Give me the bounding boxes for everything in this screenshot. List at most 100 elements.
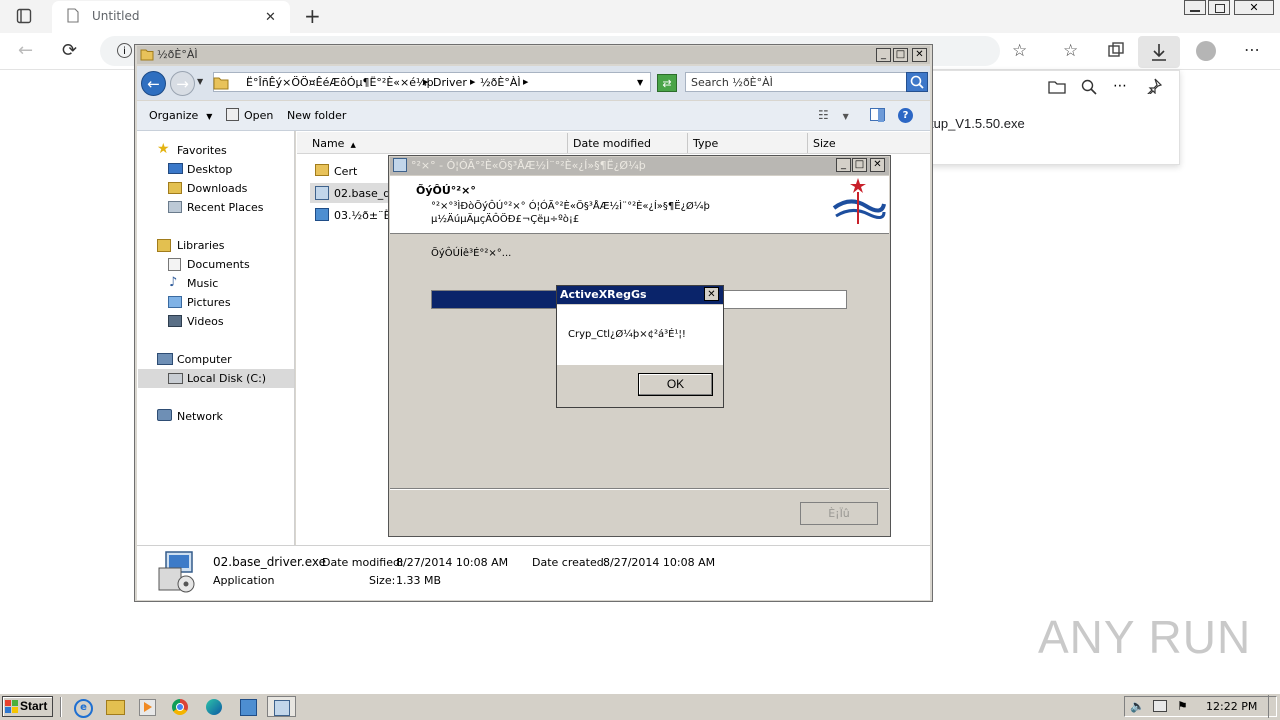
installer-close-button[interactable]: ✕ [870, 158, 885, 172]
explorer-close-button[interactable]: ✕ [912, 48, 927, 62]
back-button-icon[interactable]: ← [141, 71, 166, 96]
media-player-icon[interactable] [133, 696, 162, 717]
folder-icon [315, 164, 329, 176]
new-folder-button[interactable]: New folder [287, 109, 346, 122]
table-row-selected[interactable]: 02.base_dr [310, 183, 395, 203]
column-divider[interactable] [567, 133, 568, 153]
nav-desktop[interactable]: Desktop [187, 163, 232, 176]
open-folder-icon[interactable] [1048, 79, 1066, 95]
new-tab-icon[interactable]: + [304, 4, 321, 28]
file-name: Cert [334, 165, 358, 178]
close-window-icon[interactable]: ✕ [1234, 0, 1274, 15]
refresh-icon[interactable]: ⟳ [62, 40, 77, 61]
page-icon [67, 8, 79, 23]
volume-icon[interactable]: 🔈 [1130, 699, 1145, 713]
address-dropdown-icon[interactable]: ▼ [637, 78, 643, 87]
open-icon [226, 108, 239, 121]
message-text: Cryp_Ctl¿Ø¼þ×¢²á³É¹¦! [568, 329, 686, 340]
download-filename[interactable]: tup_V1.5.50.exe [930, 116, 1025, 131]
search-icon[interactable] [906, 72, 928, 92]
explorer-titlebar[interactable] [137, 46, 930, 64]
action-center-flag-icon[interactable]: ⚑ [1177, 699, 1188, 713]
details-size-label: Size: [369, 574, 396, 587]
preview-pane-icon[interactable] [870, 108, 885, 122]
breadcrumb-separator: ▶ [523, 78, 529, 86]
back-icon[interactable]: ← [18, 40, 33, 61]
breadcrumb-item[interactable]: Ë°ÎñÊý×ÖÖ¤ÊéÆôÓµ¶Ë°²È«×é¼þ [246, 76, 434, 89]
installer-file-icon [315, 186, 329, 200]
history-dropdown-icon[interactable]: ▼ [197, 77, 203, 86]
table-row[interactable]: Cert [310, 162, 390, 180]
show-desktop-button[interactable] [1268, 695, 1278, 718]
more-options-icon[interactable]: ⋯ [1113, 78, 1127, 94]
nav-pictures[interactable]: Pictures [187, 296, 231, 309]
edge-icon[interactable] [200, 696, 229, 717]
cancel-button[interactable]: È¡Ïû [800, 502, 878, 525]
help-icon[interactable]: ? [898, 108, 913, 123]
installer-minimize-button[interactable]: _ [836, 158, 851, 172]
column-date[interactable]: Date modified [573, 137, 651, 150]
breadcrumb-item[interactable]: Driver [433, 76, 467, 89]
organize-label: Organize [149, 109, 199, 122]
column-divider[interactable] [687, 133, 688, 153]
forward-button-icon[interactable]: → [170, 71, 195, 96]
column-name[interactable]: Name ▲ [312, 137, 356, 150]
menu-icon[interactable]: ⋯ [1244, 40, 1260, 59]
minimize-window-icon[interactable] [1184, 0, 1206, 15]
message-box-close-icon[interactable]: ✕ [704, 287, 719, 301]
breadcrumb-separator: ▶ [423, 78, 429, 86]
breadcrumb-item[interactable]: ½ðÈ°ÀÌ [480, 76, 521, 89]
nav-videos[interactable]: Videos [187, 315, 224, 328]
refresh-green-icon[interactable]: ⇄ [657, 74, 677, 92]
search-downloads-icon[interactable] [1081, 79, 1097, 95]
nav-music[interactable]: Music [187, 277, 218, 290]
view-options-icon[interactable]: ☷ ▼ [818, 108, 849, 122]
pin-icon[interactable] [1146, 78, 1162, 94]
nav-downloads[interactable]: Downloads [187, 182, 247, 195]
organize-button[interactable]: Organize ▼ [149, 109, 212, 122]
favorites-icon[interactable]: ☆ [1063, 41, 1078, 61]
setup-taskbar-icon[interactable] [234, 696, 263, 717]
breadcrumb-folder-icon [213, 74, 229, 90]
computer-icon [157, 353, 173, 365]
installer-title-icon [393, 158, 407, 172]
message-box-title[interactable]: ActiveXRegGs [557, 286, 723, 304]
ok-button[interactable]: OK [638, 373, 713, 396]
nav-network[interactable]: Network [177, 410, 223, 423]
collections-icon[interactable] [1107, 42, 1125, 60]
search-placeholder: Search ½ðÈ°ÀÌ [691, 76, 773, 89]
network-tray-icon[interactable] [1153, 700, 1167, 712]
nav-recent-places[interactable]: Recent Places [187, 201, 264, 214]
nav-libraries[interactable]: Libraries [177, 239, 225, 252]
site-info-icon[interactable]: i [117, 43, 132, 58]
column-size[interactable]: Size [813, 137, 836, 150]
nav-local-disk[interactable]: Local Disk (C:) [187, 372, 266, 385]
column-divider[interactable] [807, 133, 808, 153]
nav-favorites[interactable]: Favorites [177, 144, 227, 157]
tab-close-icon[interactable]: ✕ [265, 10, 276, 25]
nav-computer[interactable]: Computer [177, 353, 232, 366]
downloads-icon[interactable] [1138, 36, 1180, 68]
nav-documents[interactable]: Documents [187, 258, 250, 271]
explorer-maximize-button[interactable]: □ [893, 48, 908, 62]
ie-icon[interactable]: e [68, 696, 97, 718]
installer-maximize-button[interactable]: □ [852, 158, 867, 172]
table-row[interactable]: 03.½ð±¨Ë [310, 206, 391, 224]
explorer-taskbar-icon[interactable] [100, 696, 129, 717]
explorer-minimize-button[interactable]: _ [876, 48, 891, 62]
breadcrumb-separator: ▶ [470, 78, 476, 86]
file-name: 03.½ð±¨Ë [334, 209, 391, 222]
chrome-icon[interactable] [166, 696, 195, 717]
network-icon [157, 409, 172, 421]
open-button[interactable]: Open [244, 109, 273, 122]
installer-taskbar-icon[interactable] [267, 696, 296, 717]
browser-tab[interactable] [52, 1, 290, 33]
profile-avatar[interactable] [1196, 41, 1216, 61]
libraries-icon [157, 239, 171, 252]
installer-separator [390, 488, 889, 490]
restore-window-icon[interactable] [1208, 0, 1230, 15]
folder-icon [140, 47, 154, 61]
add-favorite-icon[interactable]: ☆ [1012, 41, 1027, 61]
tab-actions-icon[interactable] [16, 8, 32, 24]
column-type[interactable]: Type [693, 137, 718, 150]
